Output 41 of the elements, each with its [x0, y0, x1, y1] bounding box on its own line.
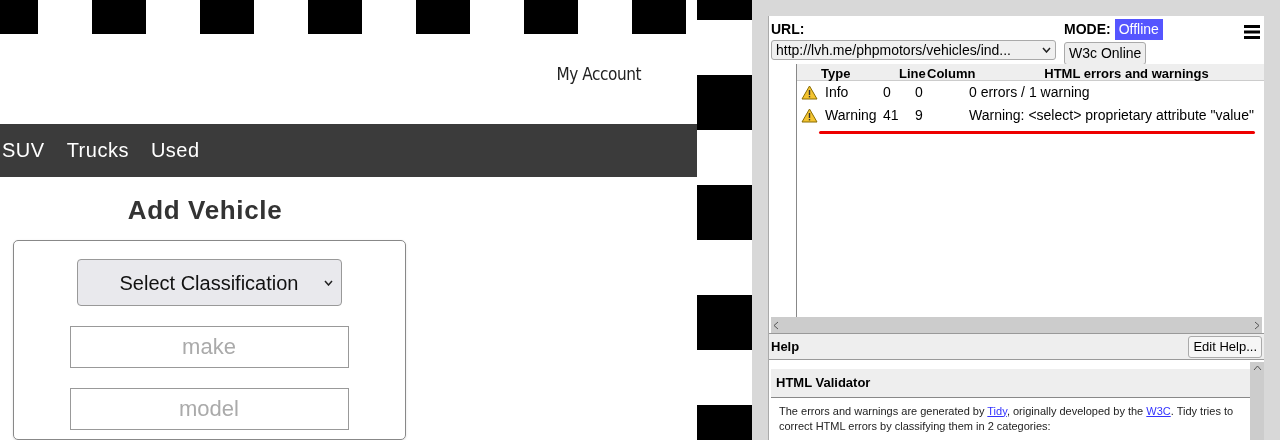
column-header: HTML errors and warnings	[1043, 65, 1210, 83]
table-cell-text: 0 errors / 1 warning	[969, 83, 1091, 102]
scroll-up-icon[interactable]	[1252, 365, 1262, 371]
chevron-down-icon	[1042, 47, 1051, 53]
text-field[interactable]: model	[69, 388, 349, 430]
table-cell-text: Warning: <select> proprietary attribute "value"	[969, 106, 1255, 125]
chevron-down-icon	[323, 279, 333, 286]
scroll-left-icon[interactable]	[773, 320, 779, 330]
table-cell-text: Info	[825, 83, 850, 102]
column-header: Column	[927, 65, 977, 83]
horizontal-scrollbar[interactable]	[771, 317, 1262, 333]
table-cell-text: 0	[914, 83, 924, 102]
help-title: Help	[771, 337, 800, 356]
table-cell-text: 9	[914, 106, 924, 125]
column-header: Line	[899, 65, 927, 83]
nav-link[interactable]: Trucks	[66, 135, 129, 166]
mode-option[interactable]: Offline	[1114, 19, 1163, 40]
text-field[interactable]: make	[69, 326, 349, 368]
help-paragraph: The errors and warnings are generated by Tidy, originally developed by the W3C. Tidy tries to correct HTML errors by classifying them in 2 categories:	[778, 403, 1235, 434]
menu-icon[interactable]	[1244, 25, 1260, 39]
column-header: Type	[821, 65, 852, 83]
warning-icon	[801, 85, 818, 100]
nav-link[interactable]: SUV	[2, 135, 45, 166]
classification-select[interactable]: Select Classification	[76, 259, 342, 306]
scroll-right-icon[interactable]	[1254, 320, 1260, 330]
table-cell-text: 0	[882, 83, 892, 102]
mode-label: MODE:	[1064, 20, 1111, 39]
url-select[interactable]: http://lvh.me/phpmotors/vehicles/ind...	[771, 40, 1056, 60]
page-heading: Add Vehicle	[127, 194, 283, 227]
help-link[interactable]: Tidy	[987, 404, 1007, 417]
nav-link[interactable]: Used	[150, 135, 200, 166]
vertical-scrollbar[interactable]	[1250, 362, 1264, 440]
warning-icon	[801, 108, 818, 123]
mode-option[interactable]: W3c Online	[1064, 42, 1147, 65]
help-link[interactable]: W3C	[1146, 404, 1171, 417]
table-cell-text: 41	[882, 106, 900, 125]
table-cell-text: Warning	[825, 106, 878, 125]
edit-help-button[interactable]: Edit Help...	[1188, 335, 1262, 358]
url-label: URL:	[771, 20, 806, 39]
account-link[interactable]: My Account	[556, 61, 641, 88]
help-heading: HTML Validator	[771, 369, 1250, 398]
